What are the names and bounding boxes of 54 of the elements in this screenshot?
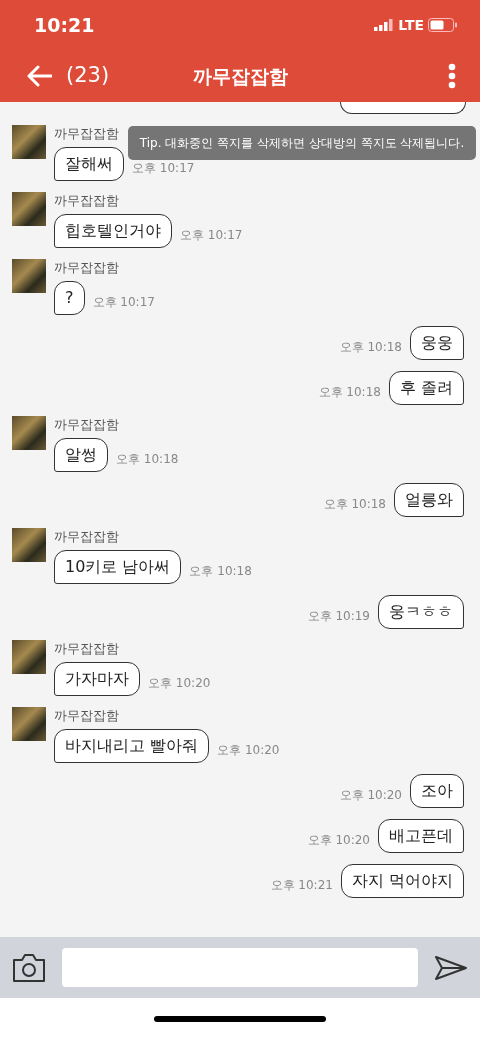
message-bubble: 가자마자 [54, 662, 140, 696]
sender-name: 까무잡잡함 [54, 707, 119, 725]
avatar-placeholder [12, 416, 46, 450]
message-time: 오후 10:19 [307, 608, 370, 625]
network-label: LTE [398, 15, 424, 35]
back-arrow-icon[interactable] [26, 65, 52, 87]
message-time: 오후 10:18 [116, 451, 179, 468]
message-time: 오후 10:18 [189, 563, 252, 580]
message-bubble: 후 졸려 [388, 371, 464, 405]
message-time: 오후 10:20 [307, 832, 370, 849]
message-bubble: 힙호텔인거야 [54, 214, 172, 248]
message-time: 오후 10:18 [339, 339, 402, 356]
message-bubble: 웅ㅋㅎㅎ [378, 595, 464, 629]
message-bubble: 배고픈데 [378, 819, 464, 853]
avatar-placeholder [12, 192, 46, 226]
send-icon[interactable] [434, 954, 468, 981]
avatar-placeholder [12, 707, 46, 741]
sender-name: 까무잡잡함 [54, 416, 119, 434]
sender-name: 까무잡잡함 [54, 192, 119, 210]
message-bubble: 알썽 [54, 438, 108, 472]
message-time: 오후 10:18 [323, 496, 386, 513]
message-time: 오후 10:21 [270, 877, 333, 894]
message-time: 오후 10:17 [132, 160, 195, 177]
message-time: 오후 10:18 [318, 384, 381, 401]
message-time: 오후 10:20 [217, 742, 280, 759]
message-bubble: 자지 먹어야지 [340, 864, 464, 898]
message-time: 오후 10:20 [339, 787, 402, 804]
avatar-placeholder [12, 640, 46, 674]
message-bubble: 10키로 남아써 [54, 550, 182, 584]
avatar-placeholder [12, 528, 46, 562]
status-time: 10:21 [34, 12, 95, 38]
camera-icon[interactable] [12, 952, 46, 983]
message-bubble: 잘해써 [54, 147, 124, 181]
message-bubble: 얼릉와 [394, 483, 464, 517]
message-bubble: 바지내리고 빨아줘 [54, 729, 210, 763]
chat-title: 까무잡잡함 [192, 63, 288, 89]
signal-icon [374, 19, 395, 31]
message-bubble: 조아 [410, 774, 464, 808]
sender-name: 까무잡잡함 [54, 259, 119, 277]
message-input-field[interactable] [62, 948, 418, 987]
avatar-placeholder [12, 259, 46, 293]
sender-name: 까무잡잡함 [54, 125, 119, 143]
sender-name: 까무잡잡함 [54, 528, 119, 546]
tip-toast: Tip. 대화중인 쪽지를 삭제하면 상대방의 쪽지도 삭제됩니다. [128, 126, 476, 160]
message-bubble: 웅웅 [410, 326, 464, 360]
battery-icon [428, 18, 458, 32]
avatar-placeholder [12, 125, 46, 159]
more-options-icon[interactable] [448, 63, 456, 89]
message-time: 오후 10:17 [92, 294, 155, 311]
unread-count: (23) [66, 62, 110, 90]
message-bubble: ? [54, 281, 85, 315]
sender-name: 까무잡잡함 [54, 640, 119, 658]
message-time: 오후 10:20 [148, 675, 211, 692]
message-time: 오후 10:17 [180, 227, 243, 244]
